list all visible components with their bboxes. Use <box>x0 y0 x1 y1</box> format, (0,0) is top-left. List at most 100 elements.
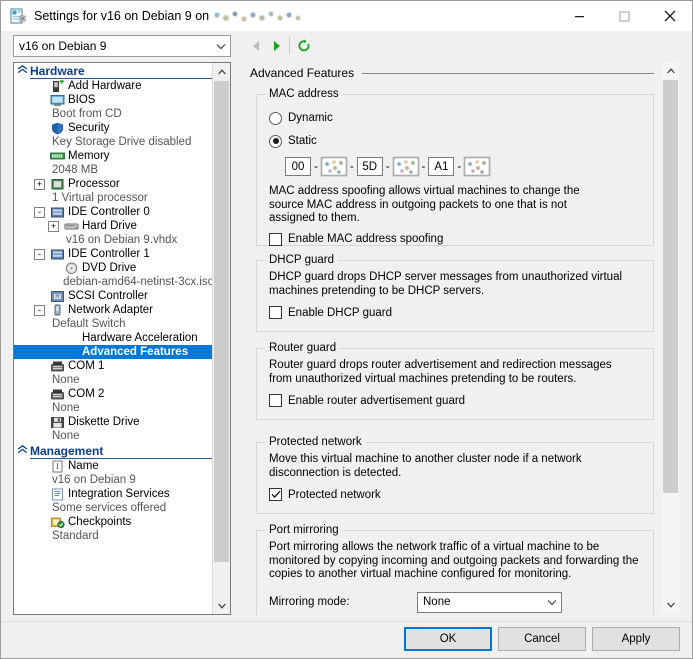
tree-category-label: Hardware <box>30 64 85 78</box>
maximize-button[interactable] <box>602 1 647 31</box>
sidebar-item-subtitle: None <box>14 401 214 415</box>
sidebar-item-com-2[interactable]: COM 2 <box>14 387 214 401</box>
ok-button[interactable]: OK <box>404 627 492 651</box>
protected-network-checkbox-row[interactable]: Protected network <box>269 488 624 501</box>
page-title: Advanced Features <box>250 66 355 80</box>
vm-selector-combobox[interactable]: v16 on Debian 9 <box>13 35 231 57</box>
mac-dynamic-radio-row[interactable]: Dynamic <box>269 109 614 127</box>
sidebar-item-subtitle: Boot from CD <box>14 107 214 121</box>
router-guard-checkbox-row[interactable]: Enable router advertisement guard <box>269 394 624 407</box>
mac-spoofing-checkbox-row[interactable]: Enable MAC address spoofing <box>269 232 614 246</box>
collapse-chevron-icon[interactable] <box>14 444 30 457</box>
sidebar-item-checkpoints[interactable]: Checkpoints <box>14 515 214 529</box>
mac-address-group: MAC address Dynamic Static 00- -5D - - A1- M… <box>256 88 654 246</box>
page-header: Advanced Features <box>250 66 654 80</box>
sidebar-item-name[interactable]: I Name <box>14 459 214 473</box>
protected-network-group: Protected network Move this virtual mach… <box>256 436 654 514</box>
mac-octet-separator: - <box>457 160 462 173</box>
sidebar-item-com-1[interactable]: COM 1 <box>14 359 214 373</box>
content-scrollbar[interactable] <box>662 62 679 613</box>
sidebar-item-add-hardware[interactable]: Add Hardware <box>14 79 214 93</box>
sidebar-item-subtitle-text: None <box>52 402 80 414</box>
forward-button[interactable] <box>267 37 285 55</box>
tree-scroll-down-button[interactable] <box>213 597 230 614</box>
mac-spoofing-label: Enable MAC address spoofing <box>288 233 444 245</box>
sidebar-item-label: COM 1 <box>68 360 105 372</box>
tree-scroll-up-button[interactable] <box>213 63 230 80</box>
mac-octet-field-4[interactable] <box>392 157 419 176</box>
cancel-button[interactable]: Cancel <box>498 627 586 651</box>
toolbar: v16 on Debian 9 <box>1 31 692 61</box>
sidebar-item-ide-controller-0[interactable]: - IDE Controller 0 <box>14 205 214 219</box>
mac-octet-field-2[interactable] <box>320 157 347 176</box>
diskette-drive-icon <box>49 415 65 429</box>
back-button[interactable] <box>247 37 265 55</box>
close-button[interactable] <box>647 1 692 31</box>
name-icon: I <box>49 459 65 473</box>
sidebar-item-network-adapter[interactable]: - Network Adapter <box>14 303 214 317</box>
sidebar-item-subtitle: Standard <box>14 529 214 543</box>
tree-scrollbar[interactable] <box>212 63 230 614</box>
mac-octet-field-1[interactable]: 00 <box>285 157 311 176</box>
tree-category-management[interactable]: Management <box>14 443 214 459</box>
content-scrollbar-thumb[interactable] <box>663 80 678 493</box>
chevron-down-icon <box>543 599 561 606</box>
sidebar-item-processor[interactable]: + Processor <box>14 177 214 191</box>
protected-network-checkbox[interactable] <box>269 488 282 501</box>
sidebar-item-bios[interactable]: BIOS <box>14 93 214 107</box>
mirroring-mode-label: Mirroring mode: <box>269 596 350 608</box>
tree-expander-minus-icon[interactable]: - <box>34 304 45 316</box>
sidebar-item-dvd-drive[interactable]: DVD Drive <box>14 261 214 275</box>
tree-scrollbar-thumb[interactable] <box>214 81 229 562</box>
sidebar-item-advanced-features[interactable]: Advanced Features <box>14 345 214 359</box>
tree-expander-minus-icon[interactable]: - <box>34 206 45 218</box>
dhcp-guard-checkbox[interactable] <box>269 306 282 319</box>
mac-static-radio[interactable] <box>269 134 282 148</box>
router-guard-checkbox[interactable] <box>269 394 282 407</box>
apply-button[interactable]: Apply <box>592 627 680 651</box>
sidebar-item-integration-services[interactable]: Integration Services <box>14 487 214 501</box>
refresh-button[interactable] <box>295 37 313 55</box>
tree-item-no-icon <box>63 345 79 359</box>
sidebar-item-scsi-controller[interactable]: SCSI Controller <box>14 289 214 303</box>
mac-dynamic-radio[interactable] <box>269 111 282 125</box>
sidebar-item-label: Security <box>68 122 110 134</box>
sidebar-item-subtitle-text: Boot from CD <box>52 108 122 120</box>
mac-octet-field-3[interactable]: 5D <box>356 157 383 176</box>
settings-content-pane: Advanced Features MAC address Dynamic St… <box>242 62 680 615</box>
sidebar-item-subtitle: 1 Virtual processor <box>14 191 214 205</box>
mac-spoofing-checkbox[interactable] <box>269 232 282 246</box>
com-port-icon <box>49 359 65 373</box>
dhcp-guard-checkbox-row[interactable]: Enable DHCP guard <box>269 306 629 319</box>
window-title: Settings for v16 on Debian 9 on <box>34 9 306 23</box>
sidebar-item-memory[interactable]: Memory <box>14 149 214 163</box>
sidebar-item-subtitle-text: v16 on Debian 9 <box>52 474 136 486</box>
sidebar-item-diskette-drive[interactable]: Diskette Drive <box>14 415 214 429</box>
checkpoints-icon <box>49 515 65 529</box>
sidebar-item-hardware-acceleration[interactable]: Hardware Acceleration <box>14 331 214 345</box>
tree-expander-plus-icon[interactable]: + <box>48 220 59 232</box>
collapse-chevron-icon[interactable] <box>14 64 30 77</box>
content-scroll-up-button[interactable] <box>662 62 679 79</box>
mac-octet-field-5[interactable]: A1 <box>428 157 455 176</box>
sidebar-item-ide-controller-1[interactable]: - IDE Controller 1 <box>14 247 214 261</box>
minimize-button[interactable] <box>557 1 602 31</box>
tree-expander-plus-icon[interactable]: + <box>34 178 45 190</box>
mac-octet-field-6[interactable] <box>464 157 491 176</box>
sidebar-item-subtitle: None <box>14 429 214 443</box>
chevron-down-icon <box>212 43 230 50</box>
router-guard-group: Router guard Router guard drops router a… <box>256 342 654 420</box>
sidebar-item-security[interactable]: Security <box>14 121 214 135</box>
content-scroll-down-button[interactable] <box>662 596 679 613</box>
memory-icon <box>49 149 65 163</box>
mac-static-radio-row[interactable]: Static <box>269 132 614 150</box>
tree-expander-minus-icon[interactable]: - <box>34 248 45 260</box>
tree-category-hardware[interactable]: Hardware <box>14 63 214 79</box>
sidebar-item-hard-drive[interactable]: + Hard Drive <box>14 219 214 233</box>
sidebar-item-subtitle: Default Switch <box>14 317 214 331</box>
dhcp-guard-group: DHCP guard DHCP guard drops DHCP server … <box>256 254 654 332</box>
tree-category-label: Management <box>30 444 104 458</box>
sidebar-item-subtitle: None <box>14 373 214 387</box>
mirroring-mode-combobox[interactable]: None <box>417 591 562 613</box>
sidebar-item-subtitle-text: Some services offered <box>52 502 167 514</box>
